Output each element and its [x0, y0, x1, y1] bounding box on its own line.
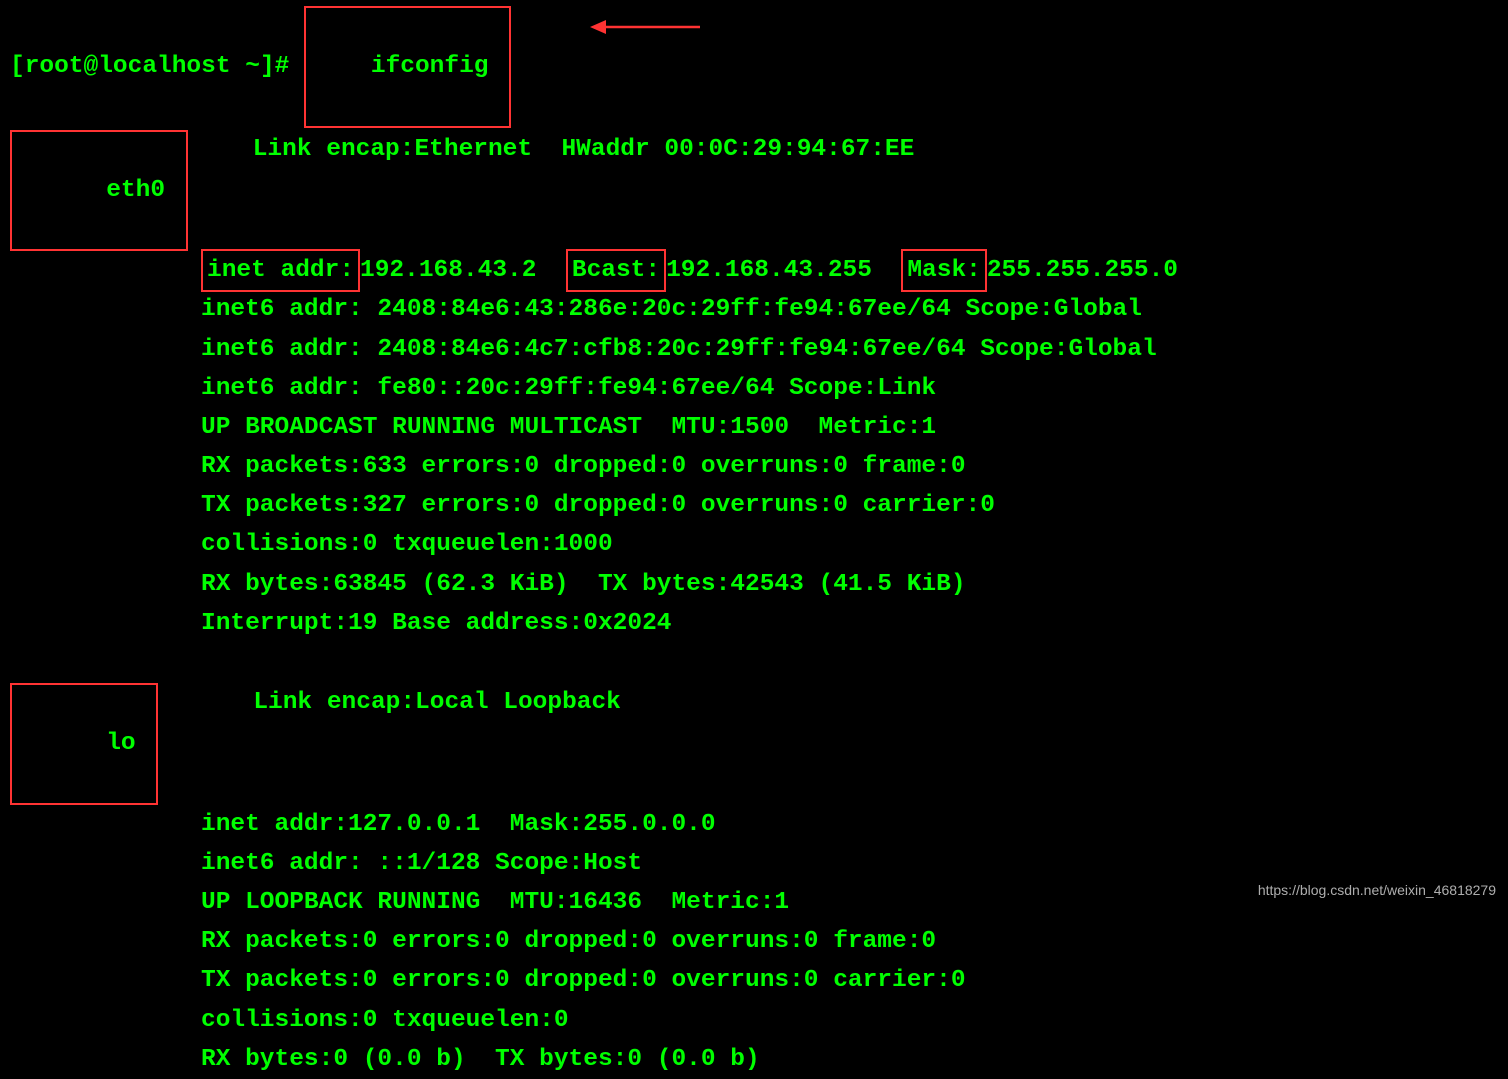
- eth0-detail-line: TX packets:327 errors:0 dropped:0 overru…: [201, 486, 1498, 525]
- interface-name-highlight-lo: lo: [10, 683, 158, 805]
- command-highlight-box: ifconfig: [304, 6, 511, 128]
- eth0-detail-line: RX bytes:63845 (62.3 KiB) TX bytes:42543…: [201, 565, 1498, 604]
- interface-name-highlight-eth0: eth0: [10, 130, 188, 252]
- eth0-detail-line: inet6 addr: 2408:84e6:4c7:cfb8:20c:29ff:…: [201, 330, 1498, 369]
- command-text: ifconfig: [371, 53, 503, 80]
- watermark-text: https://blog.csdn.net/weixin_46818279: [1258, 879, 1496, 901]
- bcast-label: Bcast:: [572, 257, 660, 284]
- lo-detail-line: RX packets:0 errors:0 dropped:0 overruns…: [201, 922, 1498, 961]
- lo-detail-line: TX packets:0 errors:0 dropped:0 overruns…: [201, 961, 1498, 1000]
- interface-eth0-first-line: eth0 Link encap:Ethernet HWaddr 00:0C:29…: [10, 130, 1498, 252]
- lo-detail-line: RX bytes:0 (0.0 b) TX bytes:0 (0.0 b): [201, 1040, 1498, 1079]
- eth0-detail-line: UP BROADCAST RUNNING MULTICAST MTU:1500 …: [201, 408, 1498, 447]
- lo-detail-line: inet6 addr: ::1/128 Scope:Host: [201, 844, 1498, 883]
- mask-highlight-box: Mask:: [901, 249, 987, 292]
- inet-addr-label: inet addr:: [207, 257, 354, 284]
- eth0-detail-line: inet6 addr: fe80::20c:29ff:fe94:67ee/64 …: [201, 369, 1498, 408]
- interface-name-lo: lo: [106, 730, 150, 757]
- eth0-detail-line: inet6 addr: 2408:84e6:43:286e:20c:29ff:f…: [201, 290, 1498, 329]
- lo-link-encap: Link encap:Local Loopback: [253, 683, 621, 722]
- eth0-inet-line: inet addr:192.168.43.2 Bcast:192.168.43.…: [201, 251, 1498, 290]
- eth0-detail-line: collisions:0 txqueuelen:1000: [201, 525, 1498, 564]
- interface-eth0-block: eth0 Link encap:Ethernet HWaddr 00:0C:29…: [10, 130, 1498, 643]
- inet-addr-highlight-box: inet addr:: [201, 249, 360, 292]
- interface-name-eth0: eth0: [106, 177, 180, 204]
- spacer: [10, 643, 1498, 681]
- arrow-annotation-icon: [590, 8, 700, 56]
- bcast-value: 192.168.43.255: [666, 251, 901, 290]
- shell-prompt: [root@localhost ~]#: [10, 47, 304, 86]
- eth0-detail-line: Interrupt:19 Base address:0x2024: [201, 604, 1498, 643]
- inet-addr-value: 192.168.43.2: [360, 251, 566, 290]
- bcast-highlight-box: Bcast:: [566, 249, 666, 292]
- terminal-prompt-line: [root@localhost ~]# ifconfig: [10, 6, 1498, 128]
- mask-value: 255.255.255.0: [987, 251, 1178, 290]
- interface-lo-first-line: lo Link encap:Local Loopback: [10, 683, 1498, 805]
- mask-label: Mask:: [907, 257, 981, 284]
- lo-detail-line: collisions:0 txqueuelen:0: [201, 1001, 1498, 1040]
- eth0-link-encap: Link encap:Ethernet HWaddr 00:0C:29:94:6…: [253, 130, 915, 169]
- eth0-detail-line: RX packets:633 errors:0 dropped:0 overru…: [201, 447, 1498, 486]
- lo-detail-line: inet addr:127.0.0.1 Mask:255.0.0.0: [201, 805, 1498, 844]
